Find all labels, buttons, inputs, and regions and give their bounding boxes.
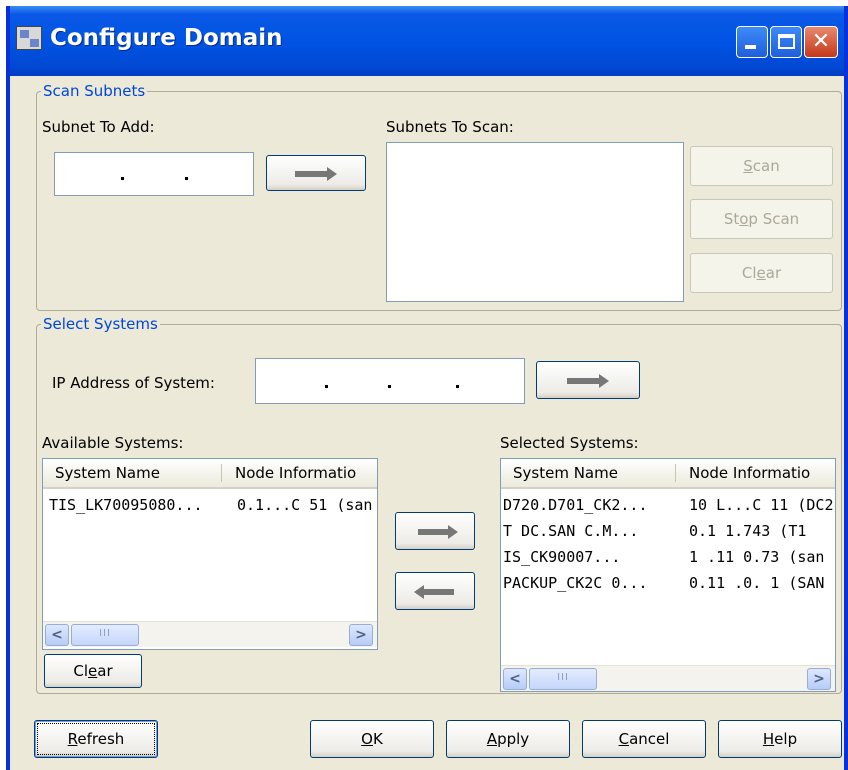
available-horizontal-scrollbar[interactable]: < III > [43,621,377,647]
add-subnet-button[interactable] [266,155,366,191]
available-list-header: System Name Node Informatio [43,459,377,489]
arrow-left-icon [414,585,424,599]
add-ip-button[interactable] [536,361,640,399]
column-system-name[interactable]: System Name [501,459,675,487]
scroll-left-icon[interactable]: < [45,624,69,646]
list-item[interactable]: IS_CK90007... 1 .11 0.73 (san [501,547,835,567]
ip-address-input[interactable] [255,358,525,404]
scrollbar-thumb[interactable]: III [71,624,139,646]
close-icon: ✕ [811,29,831,54]
select-systems-legend: Select Systems [41,315,160,333]
available-systems-list[interactable]: System Name Node Informatio TIS_LK700950… [42,458,378,650]
title-bar[interactable]: Configure Domain ✕ [10,6,844,76]
arrow-right-icon [327,167,337,181]
column-node-information[interactable]: Node Informatio [223,459,377,487]
scan-subnets-legend: Scan Subnets [41,82,148,100]
list-item[interactable]: TIS_LK70095080... 0.1...C 51 (san [43,495,377,515]
scrollbar-thumb[interactable]: III [529,668,597,690]
remove-system-button[interactable] [395,572,475,610]
maximize-button[interactable] [770,26,802,58]
selected-systems-label: Selected Systems: [500,434,639,452]
maximize-icon [778,34,795,49]
window-title: Configure Domain [50,25,283,51]
add-system-button[interactable] [395,512,475,550]
column-system-name[interactable]: System Name [43,459,221,487]
minimize-button[interactable] [736,26,768,58]
list-item[interactable]: T DC.SAN C.M... 0.1 1.743 (T1 [501,521,835,541]
cancel-button[interactable]: Cancel [582,720,706,758]
list-item[interactable]: PACKUP_CK2C 0... 0.11 .0. 1 (SAN [501,573,835,593]
scan-button[interactable]: Scan [690,146,833,186]
subnets-to-scan-list[interactable] [386,142,684,302]
selected-systems-list[interactable]: System Name Node Informatio D720.D701_CK… [500,458,836,692]
column-node-information[interactable]: Node Informatio [677,459,835,487]
clear-available-button[interactable]: Clear [44,654,142,688]
arrow-right-icon [448,525,458,539]
subnets-to-scan-label: Subnets To Scan: [386,118,514,136]
ip-address-label: IP Address of System: [52,374,215,392]
selected-list-header: System Name Node Informatio [501,459,835,489]
arrow-right-icon [599,374,609,388]
subnet-to-add-input[interactable] [54,152,254,196]
refresh-button[interactable]: Refresh [34,720,158,758]
ok-button[interactable]: OK [310,720,434,758]
available-systems-label: Available Systems: [42,434,184,452]
configure-domain-window: Configure Domain ✕ Scan Subnets Subnet T… [6,6,848,770]
minimize-icon [745,45,756,49]
scroll-right-icon[interactable]: > [807,668,831,690]
subnet-to-add-label: Subnet To Add: [42,118,155,136]
list-item[interactable]: D720.D701_CK2... 10 L...C 11 (DC2 [501,495,835,515]
help-button[interactable]: Help [718,720,842,758]
stop-scan-button[interactable]: Stop Scan [690,199,833,239]
scroll-right-icon[interactable]: > [349,624,373,646]
apply-button[interactable]: Apply [446,720,570,758]
clear-subnets-button[interactable]: Clear [690,253,833,293]
scroll-left-icon[interactable]: < [503,668,527,690]
selected-horizontal-scrollbar[interactable]: < III > [501,665,835,691]
app-icon [16,26,42,50]
close-button[interactable]: ✕ [804,26,838,58]
